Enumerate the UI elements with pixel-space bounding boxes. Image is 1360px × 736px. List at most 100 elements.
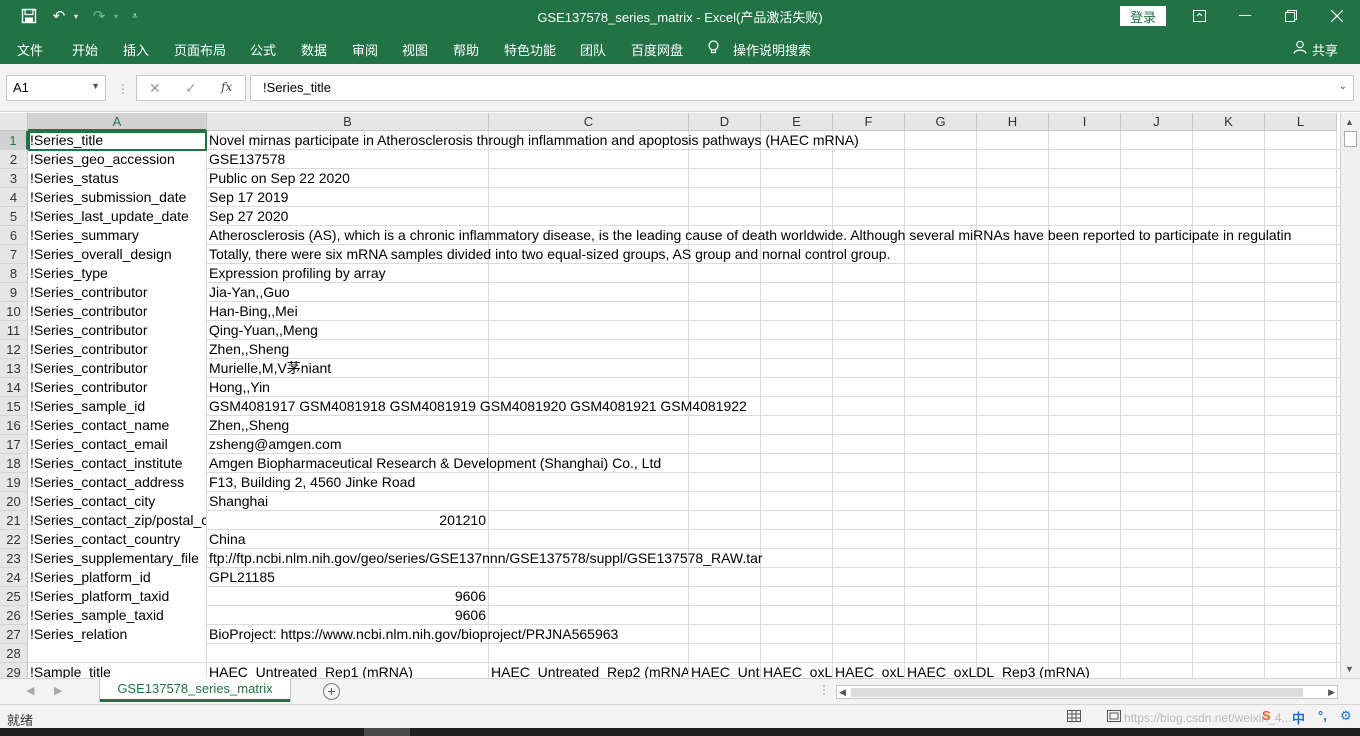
normal-view-icon[interactable] — [1067, 709, 1081, 725]
row-header-28[interactable]: 28 — [0, 644, 28, 663]
login-button[interactable]: 登录 — [1120, 6, 1166, 26]
cell-b5[interactable]: Sep 27 2020 — [207, 207, 1338, 226]
tab-insert[interactable]: 插入 — [123, 40, 149, 59]
tab-page-layout[interactable]: 页面布局 — [174, 40, 226, 59]
cell-a18[interactable]: !Series_contact_institute — [28, 454, 206, 473]
cell-d29[interactable]: HAEC_Untreated_Rep3 (mRNA) — [689, 663, 760, 678]
cell-b13[interactable]: Murielle,M,V茅niant — [207, 359, 1338, 378]
column-header-f[interactable]: F — [833, 113, 905, 131]
cell-a3[interactable]: !Series_status — [28, 169, 206, 188]
tab-special-features[interactable]: 特色功能 — [504, 40, 556, 59]
row-header-1[interactable]: 1 — [0, 131, 28, 150]
cell-a21[interactable]: !Series_contact_zip/postal_code — [28, 511, 206, 530]
row-header-23[interactable]: 23 — [0, 549, 28, 568]
expand-formula-icon[interactable]: ⌄ — [1339, 81, 1347, 92]
row-header-29[interactable]: 29 — [0, 663, 28, 678]
taskbar-app-icon[interactable] — [364, 728, 410, 736]
cell-a27[interactable]: !Series_relation — [28, 625, 206, 644]
cell-a20[interactable]: !Series_contact_city — [28, 492, 206, 511]
cell-b8[interactable]: Expression profiling by array — [207, 264, 1338, 283]
horizontal-scrollbar[interactable]: ◀ ▶ — [836, 685, 1338, 699]
sogou-ime-icon[interactable]: S — [1262, 708, 1271, 723]
add-sheet-icon[interactable]: + — [323, 683, 340, 700]
column-header-b[interactable]: B — [207, 113, 489, 131]
row-header-19[interactable]: 19 — [0, 473, 28, 492]
scroll-up-icon[interactable]: ▲ — [1345, 117, 1354, 127]
vertical-scroll-thumb[interactable] — [1344, 131, 1357, 147]
cell-a15[interactable]: !Series_sample_id — [28, 397, 206, 416]
column-header-e[interactable]: E — [761, 113, 833, 131]
worksheet-grid[interactable]: A B C D E F G H I J K L 1 !Series_title Novel mirnas p… — [0, 113, 1340, 678]
cell-b21[interactable]: 201210 — [207, 511, 488, 530]
column-header-i[interactable]: I — [1049, 113, 1121, 131]
cell-b26[interactable]: 9606 — [207, 606, 488, 625]
column-header-j[interactable]: J — [1121, 113, 1193, 131]
ribbon-display-icon[interactable] — [1176, 0, 1222, 32]
tab-view[interactable]: 视图 — [402, 40, 428, 59]
tab-baidu-netdisk[interactable]: 百度网盘 — [631, 40, 683, 59]
cell-b11[interactable]: Qing-Yuan,,Meng — [207, 321, 1338, 340]
formula-input[interactable]: !Series_title ⌄ — [250, 75, 1354, 101]
tab-data[interactable]: 数据 — [301, 40, 327, 59]
cell-g29[interactable]: HAEC_oxLDL_Rep3 (mRNA) — [905, 663, 1338, 678]
cell-a2[interactable]: !Series_geo_accession — [28, 150, 206, 169]
cell-b15[interactable]: GSM4081917 GSM4081918 GSM4081919 GSM4081… — [207, 397, 1338, 416]
ime-mode-label[interactable]: 中 — [1292, 708, 1305, 727]
cell-b23[interactable]: ftp://ftp.ncbi.nlm.nih.gov/geo/series/GS… — [207, 549, 1338, 568]
row-header-2[interactable]: 2 — [0, 150, 28, 169]
cell-b16[interactable]: Zhen,,Sheng — [207, 416, 1338, 435]
cell-b4[interactable]: Sep 17 2019 — [207, 188, 1338, 207]
prev-sheet-icon[interactable]: ◀ — [26, 684, 34, 697]
row-header-5[interactable]: 5 — [0, 207, 28, 226]
cell-a4[interactable]: !Series_submission_date — [28, 188, 206, 207]
column-header-h[interactable]: H — [977, 113, 1049, 131]
minimize-icon[interactable] — [1222, 0, 1268, 32]
cell-a24[interactable]: !Series_platform_id — [28, 568, 206, 587]
row-header-14[interactable]: 14 — [0, 378, 28, 397]
row-header-3[interactable]: 3 — [0, 169, 28, 188]
cell-b20[interactable]: Shanghai — [207, 492, 1338, 511]
tab-team[interactable]: 团队 — [580, 40, 606, 59]
lightbulb-icon[interactable] — [707, 40, 720, 58]
cell-a5[interactable]: !Series_last_update_date — [28, 207, 206, 226]
cell-c29[interactable]: HAEC_Untreated_Rep2 (mRNA) — [489, 663, 688, 678]
row-header-11[interactable]: 11 — [0, 321, 28, 340]
row-header-16[interactable]: 16 — [0, 416, 28, 435]
cell-b9[interactable]: Jia-Yan,,Guo — [207, 283, 1338, 302]
cell-b29[interactable]: HAEC_Untreated_Rep1 (mRNA) — [207, 663, 488, 678]
cell-b10[interactable]: Han-Bing,,Mei — [207, 302, 1338, 321]
row-header-21[interactable]: 21 — [0, 511, 28, 530]
cell-a12[interactable]: !Series_contributor — [28, 340, 206, 359]
column-header-a[interactable]: A — [28, 113, 207, 131]
cell-f29[interactable]: HAEC_oxLDL_Rep2 (mRNA) — [833, 663, 904, 678]
tab-help[interactable]: 帮助 — [453, 40, 479, 59]
cell-b14[interactable]: Hong,,Yin — [207, 378, 1338, 397]
enter-icon[interactable]: ✓ — [185, 80, 197, 97]
cell-a25[interactable]: !Series_platform_taxid — [28, 587, 206, 606]
column-header-k[interactable]: K — [1193, 113, 1265, 131]
column-header-g[interactable]: G — [905, 113, 977, 131]
row-header-27[interactable]: 27 — [0, 625, 28, 644]
ime-punctuation-icon[interactable]: °, — [1318, 708, 1327, 723]
row-header-20[interactable]: 20 — [0, 492, 28, 511]
row-header-22[interactable]: 22 — [0, 530, 28, 549]
cell-b1[interactable]: Novel mirnas participate in Atherosclero… — [207, 131, 1338, 150]
cell-e29[interactable]: HAEC_oxLDL_Rep1 (mRNA) — [761, 663, 832, 678]
select-all-corner[interactable] — [0, 113, 28, 131]
cell-a10[interactable]: !Series_contributor — [28, 302, 206, 321]
cell-a8[interactable]: !Series_type — [28, 264, 206, 283]
row-header-7[interactable]: 7 — [0, 245, 28, 264]
row-header-13[interactable]: 13 — [0, 359, 28, 378]
page-layout-view-icon[interactable] — [1107, 709, 1121, 725]
cell-a13[interactable]: !Series_contributor — [28, 359, 206, 378]
cell-a6[interactable]: !Series_summary — [28, 226, 206, 245]
close-icon[interactable] — [1314, 0, 1360, 32]
next-sheet-icon[interactable]: ▶ — [54, 684, 62, 697]
vertical-scrollbar[interactable]: ▲ ▼ — [1340, 113, 1360, 678]
cancel-icon[interactable]: ✕ — [149, 80, 161, 97]
drag-handle-icon[interactable]: ⋮ — [117, 82, 129, 96]
row-header-18[interactable]: 18 — [0, 454, 28, 473]
sheet-tab-active[interactable]: GSE137578_series_matrix — [100, 678, 290, 702]
row-header-8[interactable]: 8 — [0, 264, 28, 283]
cell-a23[interactable]: !Series_supplementary_file — [28, 549, 206, 568]
